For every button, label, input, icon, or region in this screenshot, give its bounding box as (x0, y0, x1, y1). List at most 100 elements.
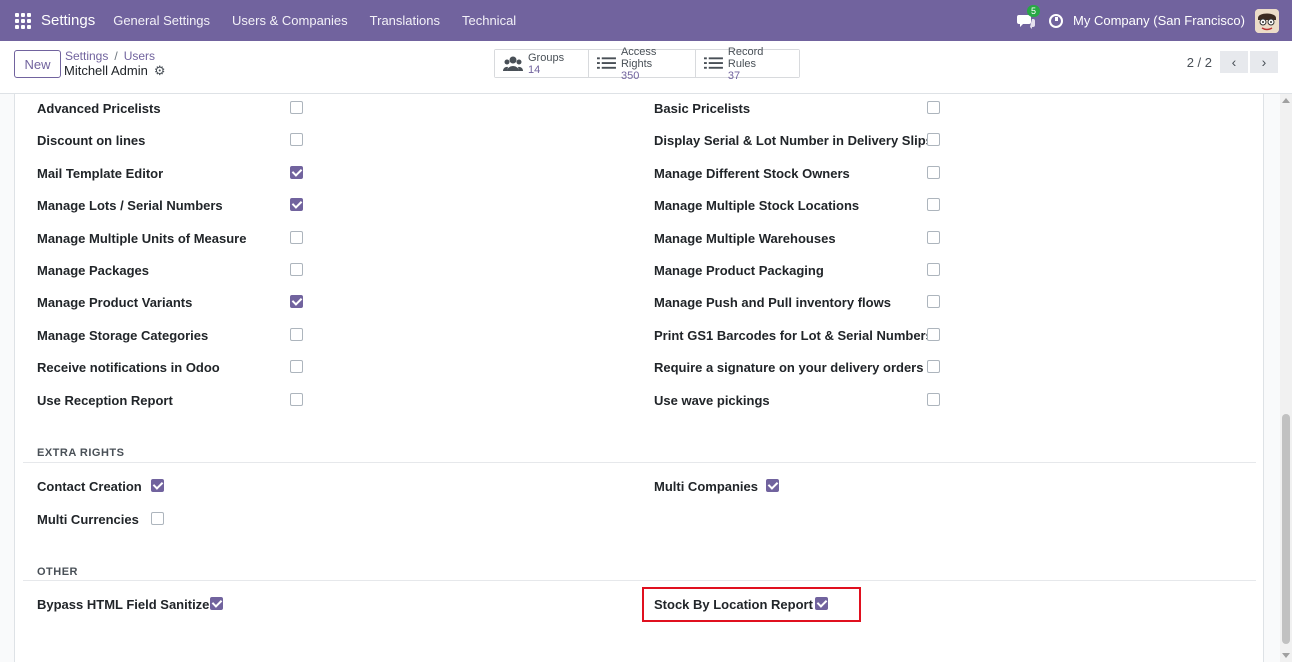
apps-grid-icon[interactable] (15, 12, 31, 29)
clock-icon[interactable] (1049, 13, 1064, 28)
setting-row: Manage Push and Pull inventory flows (654, 292, 891, 312)
record-rules-smart-button[interactable]: Record Rules 37 (696, 46, 799, 82)
setting-checkbox[interactable] (290, 328, 303, 341)
setting-label: Use wave pickings (654, 392, 770, 408)
menu-general-settings[interactable]: General Settings (113, 13, 210, 28)
setting-checkbox[interactable] (927, 393, 940, 406)
smart-buttons: Groups 14 Access Rights 350 Record Rules… (494, 46, 800, 82)
breadcrumb-settings[interactable]: Settings (65, 49, 108, 63)
groups-smart-button[interactable]: Groups 14 (495, 50, 589, 77)
setting-label: Manage Product Packaging (654, 262, 824, 278)
setting-row: Contact Creation (37, 476, 142, 496)
setting-row: Multi Companies (654, 476, 758, 496)
pager-previous-button[interactable]: ‹ (1220, 51, 1248, 73)
pager: 2 / 2 ‹ › (1187, 51, 1278, 73)
setting-checkbox[interactable] (290, 198, 303, 211)
list-icon (597, 56, 616, 69)
setting-label: Manage Storage Categories (37, 327, 209, 343)
setting-row: Manage Different Stock Owners (654, 163, 850, 183)
vertical-scrollbar[interactable] (1280, 94, 1292, 662)
setting-row: Manage Multiple Stock Locations (654, 195, 859, 215)
setting-checkbox[interactable] (927, 263, 940, 276)
record-title: Mitchell Admin ⚙ (64, 63, 166, 78)
setting-checkbox[interactable] (927, 198, 940, 211)
setting-checkbox[interactable] (290, 393, 303, 406)
setting-label: Advanced Pricelists (37, 100, 161, 116)
setting-label: Manage Push and Pull inventory flows (654, 294, 891, 310)
setting-row: Use Reception Report (37, 390, 173, 410)
control-panel: New Settings / Users Mitchell Admin ⚙ Grou… (0, 41, 1292, 94)
other-title: OTHER (37, 566, 78, 578)
setting-checkbox[interactable] (290, 133, 303, 146)
multi-currencies-checkbox[interactable] (151, 512, 164, 525)
section-divider (23, 462, 1256, 463)
groups-count: 14 (528, 63, 541, 76)
setting-row: Manage Product Variants (37, 292, 192, 312)
top-navbar: Settings General Settings Users & Compan… (0, 0, 1292, 41)
users-icon (503, 56, 523, 71)
section-divider (23, 580, 1256, 581)
gear-icon[interactable]: ⚙ (154, 64, 166, 77)
setting-label: Manage Product Variants (37, 294, 193, 310)
scroll-up-arrow-icon[interactable] (1282, 98, 1290, 103)
setting-row: Basic Pricelists (654, 98, 750, 118)
setting-checkbox[interactable] (927, 133, 940, 146)
setting-label: Manage Multiple Warehouses (654, 230, 836, 246)
chevron-right-icon: › (1261, 54, 1267, 70)
setting-checkbox[interactable] (290, 263, 303, 276)
record-name: Mitchell Admin (64, 63, 148, 78)
app-title[interactable]: Settings (41, 12, 95, 29)
breadcrumb: Settings / Users (65, 49, 156, 63)
setting-checkbox[interactable] (927, 166, 940, 179)
menu-translations[interactable]: Translations (370, 13, 440, 28)
pager-next-button[interactable]: › (1250, 51, 1278, 73)
pager-value[interactable]: 2 / 2 (1187, 55, 1212, 70)
setting-label: Use Reception Report (37, 392, 173, 408)
setting-checkbox[interactable] (927, 295, 940, 308)
setting-row: Use wave pickings (654, 390, 770, 410)
groups-label: Groups (528, 51, 565, 64)
extra-rights-title: EXTRA RIGHTS (37, 447, 125, 459)
setting-row: Print GS1 Barcodes for Lot & Serial Numb… (654, 325, 933, 345)
setting-checkbox[interactable] (290, 295, 303, 308)
record-rules-label: Record Rules (727, 45, 764, 70)
setting-checkbox[interactable] (290, 101, 303, 114)
access-rights-smart-button[interactable]: Access Rights 350 (589, 46, 696, 82)
setting-checkbox[interactable] (927, 360, 940, 373)
setting-row: Multi Currencies (37, 509, 139, 529)
setting-checkbox[interactable] (927, 101, 940, 114)
chevron-left-icon: ‹ (1231, 54, 1237, 70)
multi-companies-checkbox[interactable] (766, 479, 779, 492)
bypass-html-sanitize-checkbox[interactable] (210, 597, 223, 610)
setting-label: Manage Different Stock Owners (654, 165, 850, 181)
setting-checkbox[interactable] (927, 231, 940, 244)
chat-icon[interactable]: 5 (1017, 4, 1041, 29)
setting-row: Manage Multiple Units of Measure (37, 228, 246, 248)
setting-checkbox[interactable] (290, 231, 303, 244)
scroll-thumb[interactable] (1282, 414, 1290, 644)
bypass-html-sanitize-label: Bypass HTML Field Sanitize (37, 596, 210, 612)
setting-row: Manage Product Packaging (654, 260, 824, 280)
setting-label: Manage Packages (37, 262, 150, 278)
setting-label: Receive notifications in Odoo (37, 359, 220, 375)
setting-checkbox[interactable] (290, 360, 303, 373)
setting-label: Basic Pricelists (654, 100, 751, 116)
setting-label: Manage Multiple Stock Locations (654, 197, 860, 213)
setting-label: Discount on lines (37, 132, 146, 148)
company-switcher[interactable]: My Company (San Francisco) (1073, 13, 1245, 28)
contact-creation-label: Contact Creation (37, 478, 142, 494)
menu-technical[interactable]: Technical (462, 13, 516, 28)
breadcrumb-users[interactable]: Users (124, 49, 155, 63)
contact-creation-checkbox[interactable] (151, 479, 164, 492)
scroll-down-arrow-icon[interactable] (1282, 653, 1290, 658)
setting-row: Receive notifications in Odoo (37, 357, 220, 377)
setting-checkbox[interactable] (927, 328, 940, 341)
new-button[interactable]: New (14, 50, 61, 78)
setting-checkbox[interactable] (290, 166, 303, 179)
avatar[interactable] (1255, 8, 1279, 33)
setting-label: Mail Template Editor (37, 165, 164, 181)
setting-label: Require a signature on your delivery ord… (654, 359, 924, 375)
menu-users-companies[interactable]: Users & Companies (232, 13, 348, 28)
setting-row: Bypass HTML Field Sanitize (37, 594, 209, 614)
setting-row: Mail Template Editor (37, 163, 163, 183)
